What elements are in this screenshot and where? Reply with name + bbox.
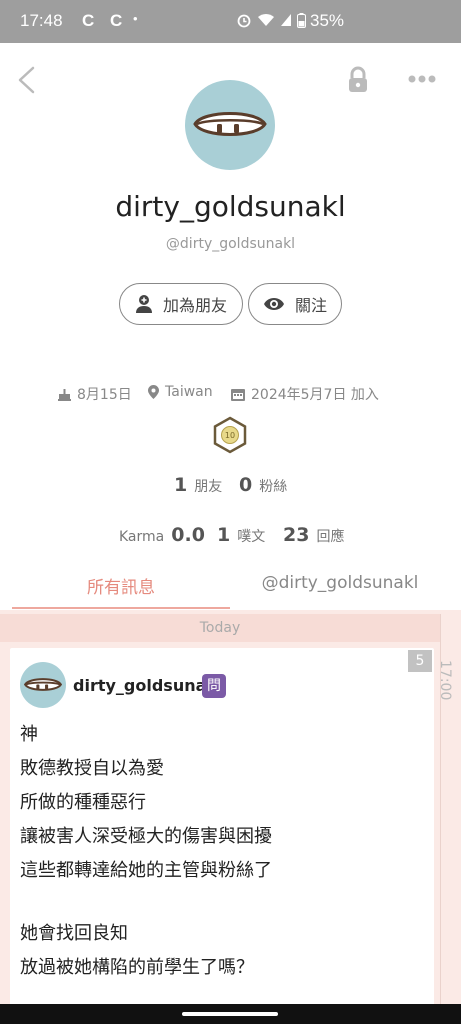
post-card[interactable]: 5 dirty_goldsunakl 問 神 敗德教授自以為愛 所做的種種惡行 … (10, 648, 434, 1008)
post-avatar[interactable] (20, 662, 66, 708)
fans-count[interactable]: 0 粉絲 (239, 474, 287, 496)
notification-icon: C (82, 11, 95, 30)
lock-icon (349, 66, 367, 92)
follow-label: 關注 (294, 296, 327, 315)
back-button[interactable] (12, 63, 42, 97)
post-content: 神 敗德教授自以為愛 所做的種種惡行 讓被害人深受極大的傷害與困擾 這些都轉達給… (20, 718, 424, 985)
badge-level: 10 (225, 431, 235, 440)
profile-handle: @dirty_goldsunakl (165, 236, 296, 252)
badge-hexagon-icon: 10 (213, 416, 247, 454)
battery-percent: 35% (310, 11, 345, 30)
chevron-left-icon (17, 65, 36, 95)
wifi-icon (258, 14, 274, 26)
birthday-info: 8月15日 (58, 384, 132, 404)
post-line-blank (20, 888, 424, 917)
more-button[interactable] (406, 71, 438, 85)
qualifier-badge: 問 (202, 674, 226, 698)
status-bar: 17:48 C C • 35% (0, 0, 461, 43)
post-line: 放過被她構陷的前學生了嗎？ (20, 957, 254, 978)
map-pin-icon (148, 385, 159, 399)
add-user-icon (135, 295, 152, 313)
alarm-icon (237, 14, 251, 28)
avatar-face-icon (193, 112, 267, 136)
profile-actions: 加為朋友 關注 (0, 283, 461, 325)
activity-stats: Karma 0.0 1 噗文 23 回應 (0, 524, 461, 552)
replies-label: 回應 (316, 529, 345, 545)
fans-label: 粉絲 (259, 479, 288, 495)
posts-stat: 1 噗文 (217, 524, 265, 546)
feed-tabs: 所有訊息 @dirty_goldsunakl (0, 573, 461, 609)
friends-number: 1 (174, 474, 188, 496)
avatar[interactable] (185, 80, 275, 170)
add-friend-button[interactable]: 加為朋友 (119, 283, 243, 325)
relationship-counts: 1 朋友 0 粉絲 (0, 474, 461, 502)
more-dots-icon (408, 75, 436, 83)
follow-button[interactable]: 關注 (248, 283, 342, 325)
karma-stat: Karma 0.0 (119, 524, 205, 546)
reply-count-badge[interactable]: 5 (408, 650, 432, 672)
more-notifications-dot: • (133, 11, 138, 26)
status-time: 17:48 (20, 11, 63, 30)
post-line: 這些都轉達給她的主管與粉絲了 (20, 860, 272, 881)
posts-number: 1 (217, 524, 231, 546)
karma-label: Karma (119, 529, 165, 545)
post-line: 神 (20, 724, 38, 745)
birthday-text: 8月15日 (77, 387, 132, 403)
post-line: 讓被害人深受極大的傷害與困擾 (20, 826, 272, 847)
profile-info: 8月15日 Taiwan 2024年5月7日 加入 (0, 384, 461, 406)
friends-label: 朋友 (194, 479, 223, 495)
add-friend-label: 加為朋友 (162, 296, 227, 315)
post-line: 敗德教授自以為愛 (20, 758, 164, 779)
signal-icon (281, 14, 291, 26)
fans-number: 0 (239, 474, 253, 496)
location-info: Taiwan (148, 384, 213, 400)
location-text: Taiwan (165, 384, 213, 400)
post-username[interactable]: dirty_goldsunakl (73, 676, 223, 695)
replies-number: 23 (283, 524, 310, 546)
friends-count[interactable]: 1 朋友 (174, 474, 222, 496)
date-separator: Today (0, 614, 440, 642)
karma-badge[interactable]: 10 (212, 416, 248, 454)
cake-icon (58, 389, 71, 401)
lock-button[interactable] (345, 65, 371, 95)
karma-value: 0.0 (171, 524, 205, 546)
battery-icon (297, 12, 306, 28)
posts-label: 噗文 (237, 529, 266, 545)
joined-info: 2024年5月7日 加入 (231, 384, 379, 404)
notification-icon: C (110, 11, 123, 30)
tab-all-messages[interactable]: 所有訊息 (12, 573, 230, 609)
profile-username: dirty_goldsunakl (115, 190, 346, 223)
post-time: 17:00 (437, 660, 453, 701)
home-indicator[interactable] (182, 1012, 278, 1016)
joined-text: 2024年5月7日 加入 (251, 387, 379, 403)
avatar-face-icon (23, 678, 63, 691)
eye-icon (263, 298, 284, 310)
calendar-icon (231, 389, 245, 401)
replies-stat: 23 回應 (283, 524, 344, 546)
post-line: 所做的種種惡行 (20, 792, 146, 813)
post-line: 她會找回良知 (20, 923, 128, 944)
tab-user-posts[interactable]: @dirty_goldsunakl (230, 573, 450, 609)
system-icons (236, 12, 306, 28)
